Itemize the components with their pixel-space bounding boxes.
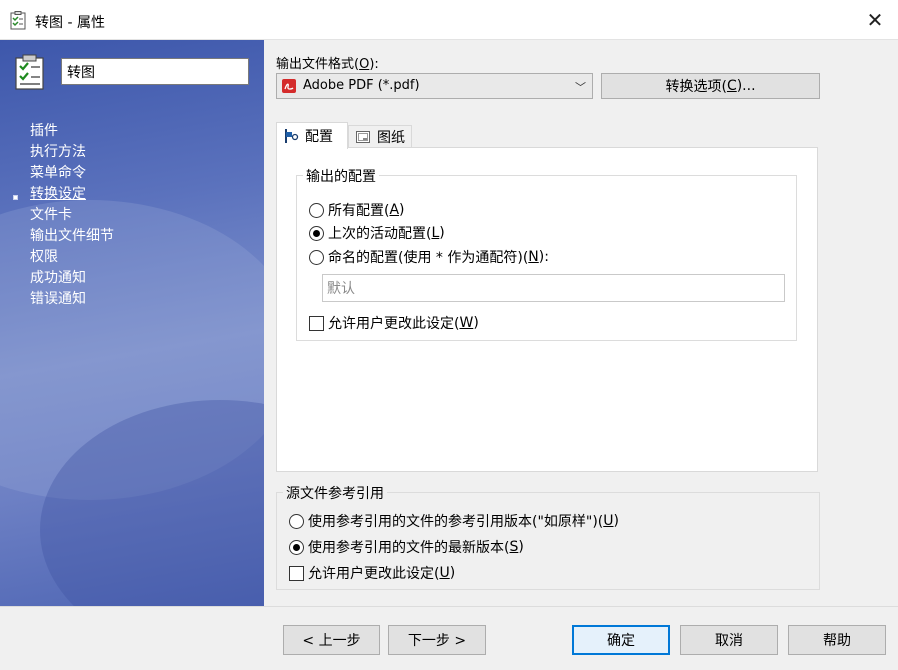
sidebar-item-error-notify[interactable]: 错误通知: [30, 289, 114, 310]
radio-circle: [289, 513, 304, 529]
output-format-value: Adobe PDF (*.pdf): [303, 78, 420, 93]
config-flag-icon: [285, 129, 299, 143]
sidebar: 转图 插件 执行方法 菜单命令 转换设定 文件卡 输出文件细节 权限 成功通知 …: [0, 40, 264, 606]
sidebar-item-permissions[interactable]: 权限: [30, 247, 114, 268]
title-bar: 转图 - 属性 ✕: [0, 0, 898, 40]
output-config-group: 输出的配置 所有配置(A) 上次的活动配置(L) 命名的配置(使用 * 作为通配…: [296, 166, 797, 341]
sidebar-item-output-details[interactable]: 输出文件细节: [30, 226, 114, 247]
output-format-select[interactable]: Adobe PDF (*.pdf) ﹀: [276, 73, 593, 99]
checkbox-box: [309, 315, 324, 331]
sidebar-item-success-notify[interactable]: 成功通知: [30, 268, 114, 289]
tab-configuration[interactable]: 配置: [276, 122, 348, 149]
radio-circle: [309, 249, 324, 265]
radio-reference-latest[interactable]: 使用参考引用的文件的最新版本(S): [289, 537, 524, 557]
radio-circle-selected: [289, 539, 304, 555]
chevron-down-icon: ﹀: [575, 81, 586, 94]
sidebar-item-file-card[interactable]: 文件卡: [30, 205, 114, 226]
named-config-input[interactable]: 默认: [322, 274, 785, 302]
previous-button[interactable]: < 上一步: [283, 625, 380, 655]
checklist-icon: [15, 54, 44, 90]
tab-drawing-label: 图纸: [377, 130, 405, 146]
window-title: 转图 - 属性: [35, 15, 105, 31]
tab-configuration-label: 配置: [305, 129, 333, 145]
pdf-icon: [282, 79, 296, 93]
app-icon: [10, 11, 26, 30]
checkbox-box: [289, 565, 304, 581]
source-reference-title: 源文件参考引用: [283, 483, 387, 503]
next-button[interactable]: 下一步 >: [388, 625, 486, 655]
help-button[interactable]: 帮助: [788, 625, 886, 655]
drawing-sheet-icon: [356, 131, 370, 143]
sidebar-nav: 插件 执行方法 菜单命令 转换设定 文件卡 输出文件细节 权限 成功通知 错误通…: [30, 121, 114, 310]
radio-last-active-config[interactable]: 上次的活动配置(L): [309, 223, 445, 243]
sidebar-item-conversion-settings[interactable]: 转换设定: [30, 184, 114, 205]
allow-user-change-reference-checkbox[interactable]: 允许用户更改此设定(U): [289, 563, 455, 583]
radio-circle: [309, 202, 324, 218]
radio-reference-as-is[interactable]: 使用参考引用的文件的参考引用版本("如原样")(U): [289, 511, 619, 531]
sidebar-item-execution[interactable]: 执行方法: [30, 142, 114, 163]
output-config-title: 输出的配置: [303, 166, 379, 186]
tab-drawing[interactable]: 图纸: [348, 125, 412, 148]
output-format-label: 输出文件格式(O):: [276, 57, 379, 72]
close-button[interactable]: ✕: [852, 0, 898, 40]
source-reference-group: 源文件参考引用 使用参考引用的文件的参考引用版本("如原样")(U) 使用参考引…: [276, 483, 820, 590]
profile-name-field[interactable]: 转图: [61, 58, 249, 85]
main-panel: 输出文件格式(O): Adobe PDF (*.pdf) ﹀ 转换选项(C)..…: [264, 40, 898, 606]
close-icon: ✕: [866, 8, 884, 32]
sidebar-item-menu-command[interactable]: 菜单命令: [30, 163, 114, 184]
tab-panel-configuration: 输出的配置 所有配置(A) 上次的活动配置(L) 命名的配置(使用 * 作为通配…: [276, 147, 818, 472]
ok-button[interactable]: 确定: [572, 625, 670, 655]
allow-user-change-config-checkbox[interactable]: 允许用户更改此设定(W): [309, 313, 479, 333]
dialog-footer: < 上一步 下一步 > 确定 取消 帮助: [0, 606, 898, 670]
convert-options-button[interactable]: 转换选项(C)...: [601, 73, 820, 99]
radio-named-config[interactable]: 命名的配置(使用 * 作为通配符)(N):: [309, 247, 549, 267]
active-item-marker: [13, 195, 18, 200]
radio-all-configs[interactable]: 所有配置(A): [309, 200, 405, 220]
cancel-button[interactable]: 取消: [680, 625, 778, 655]
radio-circle-selected: [309, 225, 324, 241]
sidebar-item-plugin[interactable]: 插件: [30, 121, 114, 142]
